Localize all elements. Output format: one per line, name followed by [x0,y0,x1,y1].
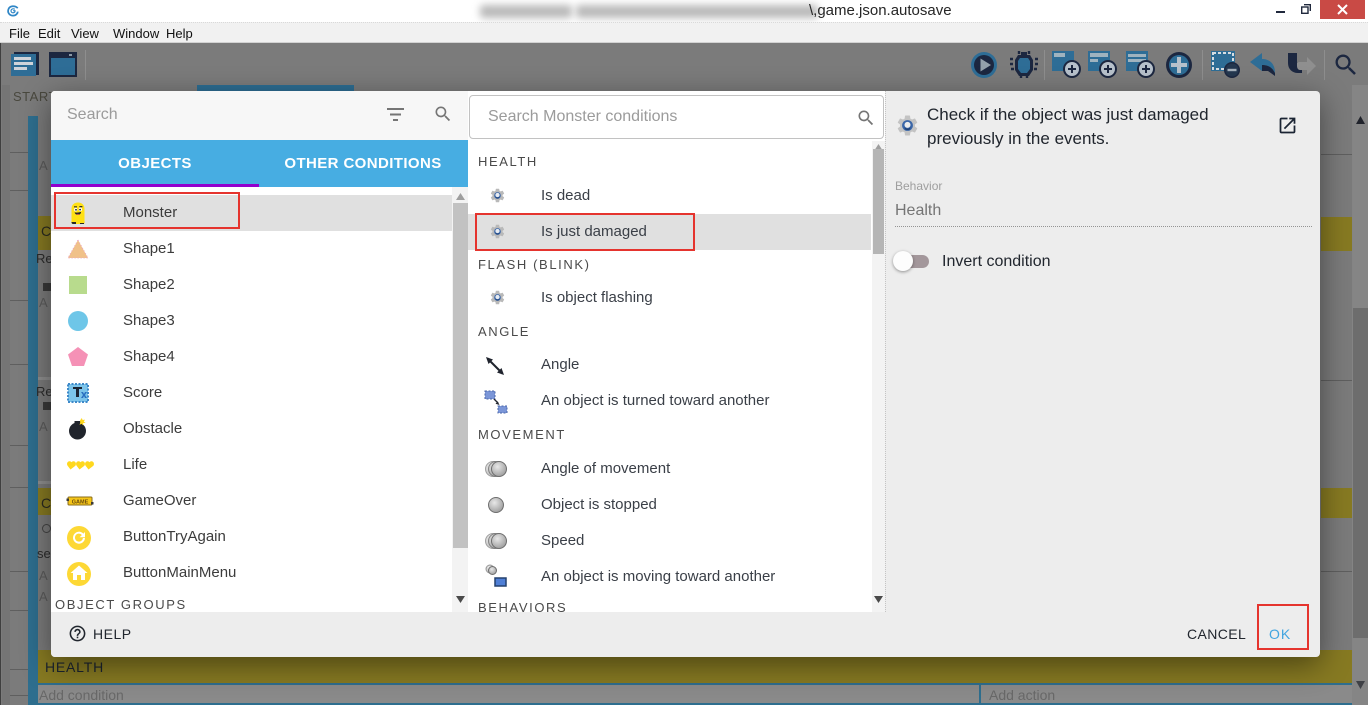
svg-text:GAME: GAME [72,500,89,506]
